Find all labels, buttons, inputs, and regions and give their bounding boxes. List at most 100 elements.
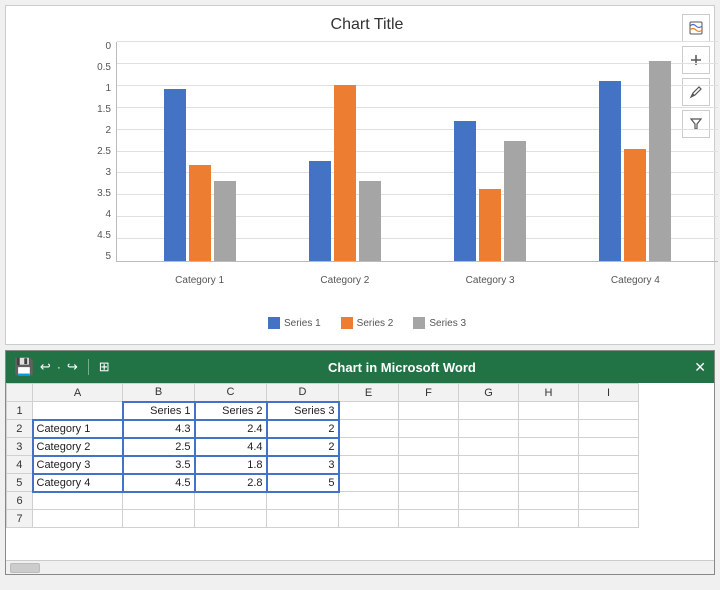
cell-b6[interactable] — [123, 492, 195, 510]
cell-f7[interactable] — [399, 510, 459, 528]
grid-scroll[interactable]: A B C D E F G H I 1 — [6, 383, 714, 560]
cell-b1[interactable]: Series 1 — [123, 402, 195, 420]
cell-g3[interactable] — [459, 438, 519, 456]
cell-i6[interactable] — [579, 492, 639, 510]
cell-b4[interactable]: 3.5 — [123, 456, 195, 474]
horizontal-scrollbar[interactable] — [6, 560, 714, 574]
cell-d5[interactable]: 5 — [267, 474, 339, 492]
close-button[interactable]: ✕ — [694, 359, 706, 376]
cell-h5[interactable] — [519, 474, 579, 492]
cell-i4[interactable] — [579, 456, 639, 474]
cell-e6[interactable] — [339, 492, 399, 510]
cell-h1[interactable] — [519, 402, 579, 420]
cell-a4[interactable]: Category 3 — [33, 456, 123, 474]
cell-f1[interactable] — [399, 402, 459, 420]
bar-cat1-s1 — [164, 89, 186, 261]
table-row: 3 Category 2 2.5 4.4 2 — [7, 438, 639, 456]
cell-g5[interactable] — [459, 474, 519, 492]
row-header-3: 3 — [7, 438, 33, 456]
cell-a2[interactable]: Category 1 — [33, 420, 123, 438]
cell-d2[interactable]: 2 — [267, 420, 339, 438]
cell-h6[interactable] — [519, 492, 579, 510]
cell-c4[interactable]: 1.8 — [195, 456, 267, 474]
cell-g4[interactable] — [459, 456, 519, 474]
table-row: 7 — [7, 510, 639, 528]
col-header-c[interactable]: C — [195, 384, 267, 402]
cell-d4[interactable]: 3 — [267, 456, 339, 474]
cell-i1[interactable] — [579, 402, 639, 420]
col-header-g[interactable]: G — [459, 384, 519, 402]
table-row: 6 — [7, 492, 639, 510]
cell-e2[interactable] — [339, 420, 399, 438]
cell-b2[interactable]: 4.3 — [123, 420, 195, 438]
cell-f6[interactable] — [399, 492, 459, 510]
cell-e4[interactable] — [339, 456, 399, 474]
cell-a7[interactable] — [33, 510, 123, 528]
cell-i7[interactable] — [579, 510, 639, 528]
cell-d1[interactable]: Series 3 — [267, 402, 339, 420]
cell-e7[interactable] — [339, 510, 399, 528]
bar-cat2-s3 — [359, 181, 381, 261]
bar-cat2-s1 — [309, 161, 331, 261]
spreadsheet-title: Chart in Microsoft Word — [110, 360, 695, 375]
col-header-a[interactable]: A — [33, 384, 123, 402]
cell-a3[interactable]: Category 2 — [33, 438, 123, 456]
col-header-i[interactable]: I — [579, 384, 639, 402]
col-header-f[interactable]: F — [399, 384, 459, 402]
cell-c6[interactable] — [195, 492, 267, 510]
bar-cat4-s2 — [624, 149, 646, 261]
bar-cat4-s3 — [649, 61, 671, 261]
table-row: 1 Series 1 Series 2 Series 3 — [7, 402, 639, 420]
cell-c1[interactable]: Series 2 — [195, 402, 267, 420]
cell-h7[interactable] — [519, 510, 579, 528]
cell-c3[interactable]: 4.4 — [195, 438, 267, 456]
cell-e5[interactable] — [339, 474, 399, 492]
cell-b3[interactable]: 2.5 — [123, 438, 195, 456]
cell-e3[interactable] — [339, 438, 399, 456]
cell-i2[interactable] — [579, 420, 639, 438]
cell-g1[interactable] — [459, 402, 519, 420]
spreadsheet-table: A B C D E F G H I 1 — [6, 383, 639, 528]
legend-color-s1 — [268, 317, 280, 329]
bar-cat1-s2 — [189, 165, 211, 261]
cell-d3[interactable]: 2 — [267, 438, 339, 456]
x-label-cat3: Category 3 — [450, 275, 530, 286]
cell-h4[interactable] — [519, 456, 579, 474]
cell-g7[interactable] — [459, 510, 519, 528]
h-scroll-thumb[interactable] — [10, 563, 40, 573]
cell-g2[interactable] — [459, 420, 519, 438]
cell-a6[interactable] — [33, 492, 123, 510]
cell-c7[interactable] — [195, 510, 267, 528]
cell-b5[interactable]: 4.5 — [123, 474, 195, 492]
bar-cat3-s2 — [479, 189, 501, 261]
cell-d7[interactable] — [267, 510, 339, 528]
cell-d6[interactable] — [267, 492, 339, 510]
cell-f5[interactable] — [399, 474, 459, 492]
cell-f4[interactable] — [399, 456, 459, 474]
cell-i3[interactable] — [579, 438, 639, 456]
row-header-2: 2 — [7, 420, 33, 438]
cell-g6[interactable] — [459, 492, 519, 510]
legend-series3: Series 3 — [413, 317, 466, 329]
cell-b7[interactable] — [123, 510, 195, 528]
col-header-d[interactable]: D — [267, 384, 339, 402]
undo-icon: ↩ — [40, 359, 51, 375]
cell-c2[interactable]: 2.4 — [195, 420, 267, 438]
cell-a1[interactable] — [33, 402, 123, 420]
bar-cat3-s3 — [504, 141, 526, 261]
col-header-e[interactable]: E — [339, 384, 399, 402]
cell-f3[interactable] — [399, 438, 459, 456]
cell-h3[interactable] — [519, 438, 579, 456]
x-label-cat1: Category 1 — [160, 275, 240, 286]
col-header-h[interactable]: H — [519, 384, 579, 402]
cell-f2[interactable] — [399, 420, 459, 438]
col-header-b[interactable]: B — [123, 384, 195, 402]
cell-c5[interactable]: 2.8 — [195, 474, 267, 492]
cell-h2[interactable] — [519, 420, 579, 438]
cell-i5[interactable] — [579, 474, 639, 492]
cell-e1[interactable] — [339, 402, 399, 420]
chart-filter-icon-btn[interactable] — [682, 14, 710, 42]
save-icon: 💾 — [14, 357, 34, 377]
legend-series1: Series 1 — [268, 317, 321, 329]
cell-a5[interactable]: Category 4 — [33, 474, 123, 492]
